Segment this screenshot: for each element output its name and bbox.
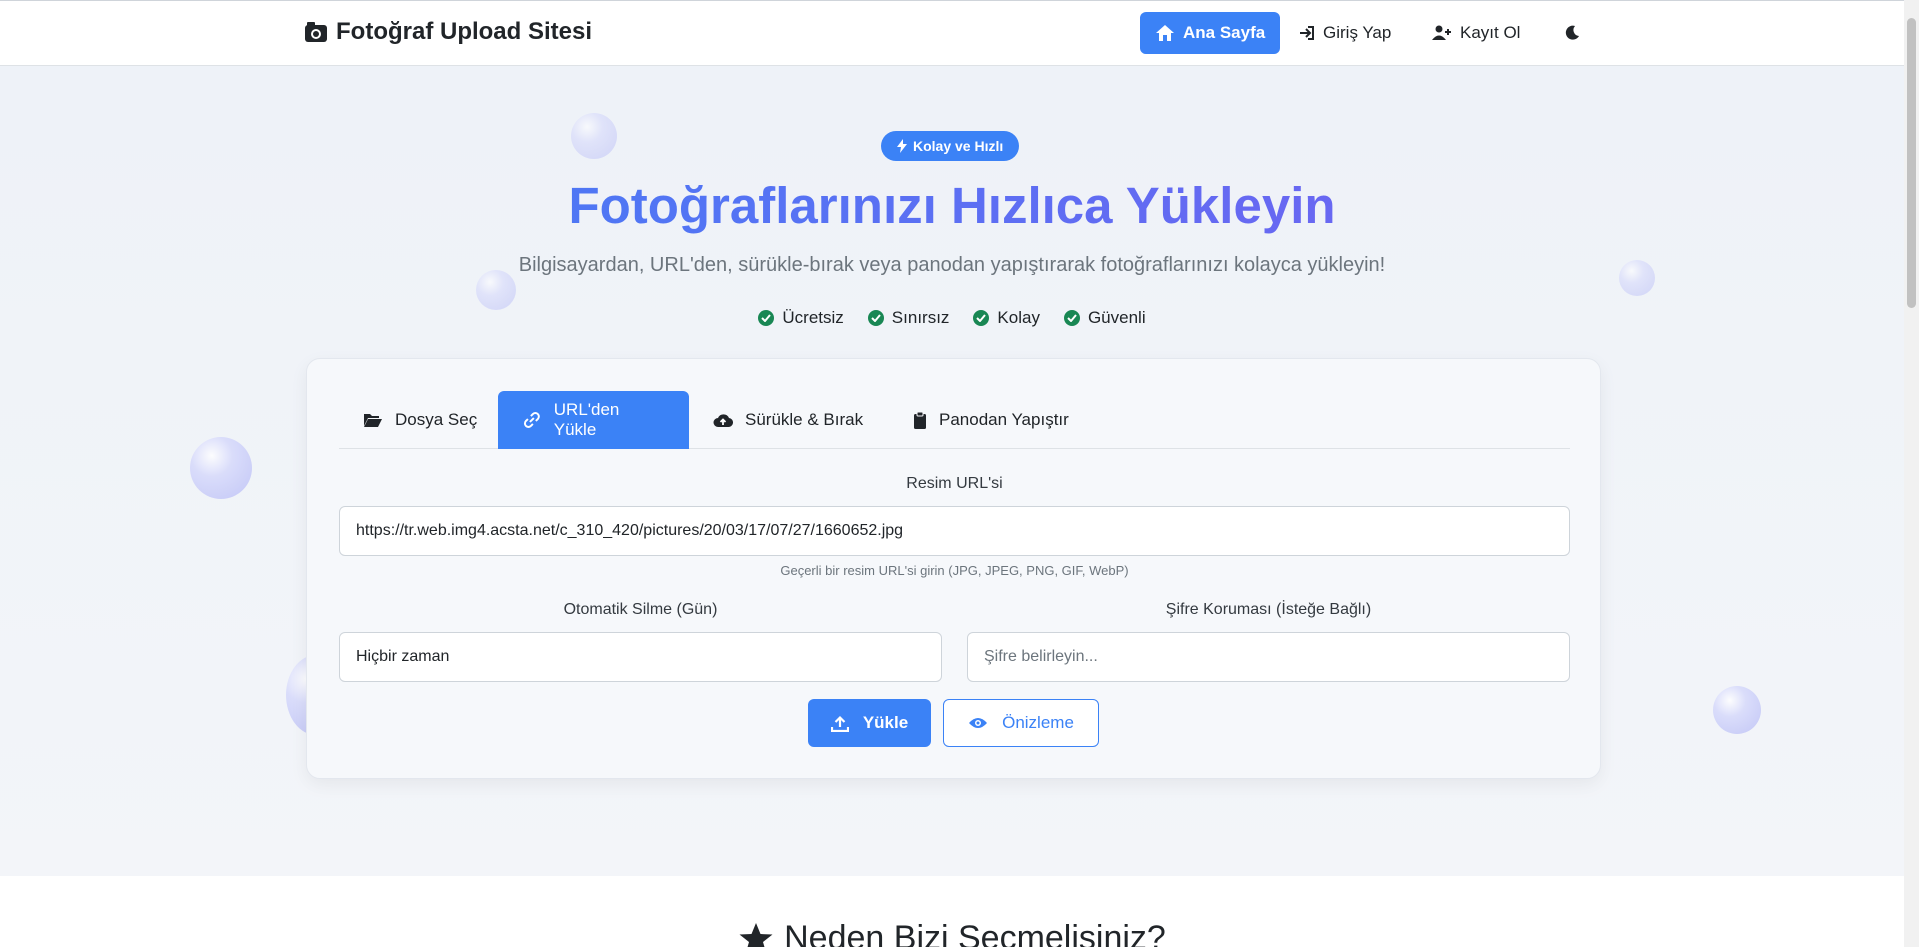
page-scrollbar[interactable] — [1904, 0, 1919, 947]
tab-paste-clipboard[interactable]: Panodan Yapıştır — [889, 391, 1093, 449]
theme-toggle[interactable] — [1549, 12, 1603, 54]
brand-title: Fotoğraf Upload Sitesi — [336, 18, 593, 45]
upload-button[interactable]: Yükle — [808, 699, 931, 747]
hero-title: Fotoğraflarınızı Hızlıca Yükleyin — [0, 176, 1904, 235]
feature-item: Sınırsız — [867, 308, 950, 328]
bolt-icon — [897, 139, 907, 153]
hero-subtitle: Bilgisayardan, URL'den, sürükle-bırak ve… — [518, 254, 1386, 276]
url-input-value: https://tr.web.img4.acsta.net/c_310_420/… — [356, 522, 904, 539]
moon-icon — [1565, 25, 1579, 40]
password-label: Şifre Koruması (İsteğe Bağlı) — [1165, 601, 1372, 618]
password-placeholder: Şifre belirleyin... — [984, 648, 1098, 665]
link-icon — [523, 412, 540, 428]
cloud-upload-icon — [713, 414, 733, 428]
preview-button-label: Önizleme — [1002, 713, 1074, 732]
auto-delete-value: Hiçbir zaman — [356, 648, 450, 665]
nav-login[interactable]: Giriş Yap — [1284, 12, 1406, 54]
user-plus-icon — [1432, 25, 1451, 40]
check-circle-icon — [973, 310, 990, 326]
decor-bubble — [1713, 686, 1761, 734]
upload-card: Dosya Seç URL'den Yükle Sürükle & Bırak … — [306, 358, 1601, 779]
tab-drag-drop[interactable]: Sürükle & Bırak — [689, 391, 887, 449]
camera-icon — [305, 22, 327, 42]
tab-label: Sürükle & Bırak — [745, 410, 864, 429]
tab-url-upload[interactable]: URL'den Yükle — [498, 391, 689, 449]
section-title-row: Neden Bizi Seçmelisiniz? — [0, 919, 1904, 947]
url-label: Resim URL'si — [906, 475, 1003, 492]
nav-home[interactable]: Ana Sayfa — [1140, 12, 1281, 54]
nav-login-label: Giriş Yap — [1323, 23, 1392, 42]
hero-badge: Kolay ve Hızlı — [881, 131, 1020, 161]
nav-register-label: Kayıt Ol — [1460, 23, 1521, 42]
nav-home-label: Ana Sayfa — [1183, 23, 1266, 42]
feature-label: Ücretsiz — [782, 308, 844, 327]
decor-bubble — [571, 113, 617, 159]
home-icon — [1156, 25, 1174, 41]
tab-label: URL'den Yükle — [553, 400, 620, 439]
upload-icon — [830, 715, 849, 732]
tab-label: Dosya Seç — [395, 410, 478, 429]
password-input[interactable]: Şifre belirleyin... — [967, 632, 1570, 682]
check-circle-icon — [758, 310, 775, 326]
scrollbar-thumb[interactable] — [1907, 18, 1916, 308]
feature-label: Sınırsız — [891, 308, 950, 327]
sign-in-icon — [1300, 26, 1314, 40]
tab-file-select[interactable]: Dosya Seç — [339, 391, 501, 449]
feature-label: Güvenli — [1087, 308, 1146, 327]
hero-badge-label: Kolay ve Hızlı — [913, 138, 1004, 154]
section-title: Neden Bizi Seçmelisiniz? — [784, 919, 1166, 947]
url-input[interactable]: https://tr.web.img4.acsta.net/c_310_420/… — [339, 506, 1570, 556]
clipboard-icon — [914, 411, 926, 429]
auto-delete-label: Otomatik Silme (Gün) — [563, 601, 718, 618]
folder-open-icon — [364, 414, 382, 427]
brand-link[interactable]: Fotoğraf Upload Sitesi — [304, 18, 592, 46]
check-circle-icon — [867, 310, 884, 326]
upload-tabs: Dosya Seç URL'den Yükle Sürükle & Bırak … — [339, 391, 1570, 449]
navbar: Fotoğraf Upload Sitesi Ana Sayfa Giriş Y… — [0, 0, 1904, 66]
preview-button[interactable]: Önizleme — [943, 699, 1099, 747]
upload-button-label: Yükle — [862, 713, 909, 732]
nav-register[interactable]: Kayıt Ol — [1417, 12, 1535, 54]
eye-icon — [969, 718, 988, 728]
feature-item: Ücretsiz — [758, 308, 844, 328]
star-icon — [739, 922, 773, 947]
auto-delete-select[interactable]: Hiçbir zaman — [339, 632, 942, 682]
url-help-text: Geçerli bir resim URL'si girin (JPG, JPE… — [780, 563, 1129, 578]
feature-label: Kolay — [997, 308, 1040, 327]
decor-bubble — [190, 437, 252, 499]
feature-item: Kolay — [973, 308, 1040, 328]
feature-list: Ücretsiz Sınırsız Kolay Güvenli — [0, 308, 1904, 328]
feature-item: Güvenli — [1063, 308, 1146, 328]
tab-label: Panodan Yapıştır — [939, 410, 1069, 429]
check-circle-icon — [1063, 310, 1080, 326]
